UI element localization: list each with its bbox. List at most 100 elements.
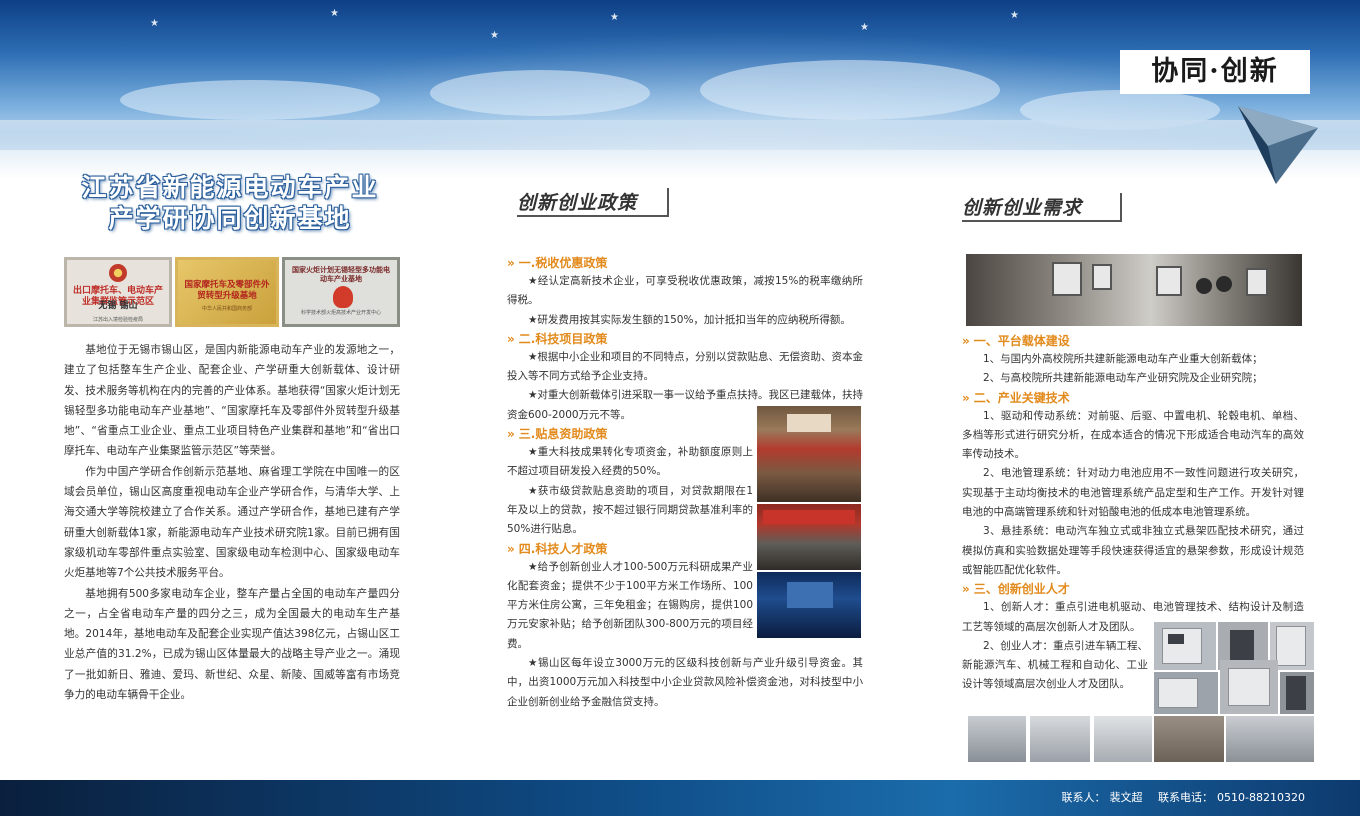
projection-screen	[787, 582, 833, 608]
honor-plaques: 出口摩托车、电动车产业集群监管示范区 无锡 锡山 江苏出入境检验检疫局 国家摩托…	[64, 257, 400, 327]
map-continent	[700, 60, 1000, 120]
workshop-photo	[1030, 716, 1090, 762]
chevron-double-right-icon: »	[507, 427, 515, 442]
plaque-issuer: 江苏出入境检验检疫局	[92, 317, 143, 323]
footer-bar: 联系人： 裴文超 联系电话： 0510-88210320	[0, 780, 1360, 816]
test-chamber	[1228, 668, 1270, 706]
national-emblem-icon	[109, 264, 127, 282]
chevron-double-right-icon: »	[962, 390, 970, 405]
equipment-photo	[1154, 672, 1218, 714]
monitor	[1246, 268, 1268, 296]
heading-tick	[1120, 193, 1122, 220]
intro-paragraph: 基地拥有500多家电动车企业，整车产量占全国的电动车产量四分之一，占全省电动车产…	[64, 587, 400, 702]
heading-underline	[517, 215, 669, 217]
machine	[1286, 676, 1306, 710]
slogan: 协同·创新	[1120, 50, 1310, 94]
plaque-title: 国家摩托车及零部件外贸转型升级基地	[184, 280, 270, 301]
demand-paragraph: 2、与高校院所共建新能源电动车产业研究院及企业研究院；	[983, 372, 1263, 385]
plaque-location: 无锡 锡山	[98, 301, 138, 311]
contact-info: 联系人： 裴文超 联系电话： 0510-88210320	[1058, 780, 1305, 816]
chevron-double-right-icon: »	[962, 582, 970, 597]
chevron-double-right-icon: »	[507, 256, 515, 270]
machine	[1230, 630, 1254, 662]
heading-underline	[962, 220, 1122, 222]
map-continent	[430, 70, 650, 116]
pyramid-decoration-icon	[1238, 106, 1318, 184]
banner-board	[763, 510, 855, 524]
conference-photo	[757, 406, 861, 502]
projection-screen	[787, 414, 831, 432]
base-title-line2: 产学研协同创新基地	[108, 204, 352, 233]
plaque-torch-base: 国家火炬计划无锡轻型多功能电动车产业基地 科学技术部火炬高技术产业开发中心	[282, 257, 400, 327]
policy-paragraph: ★根据中小企业和项目的不同特点，分别以贷款贴息、无偿资助、资本金投入等不同方式给…	[507, 350, 863, 383]
demand-heading: 创新创业需求	[962, 193, 1142, 243]
monitor	[1156, 266, 1182, 296]
policy-paragraph: ★重大科技成果转化专项资金，补助额度原则上不超过项目研发投入经费的50%。	[507, 446, 753, 478]
test-chamber	[1158, 678, 1198, 708]
phone-number: 0510-88210320	[1217, 791, 1305, 804]
banner-fade	[0, 120, 1360, 180]
policy-section-title: » 四.科技人才政策	[507, 541, 608, 556]
demand-paragraph: 2、电池管理系统：针对动力电池应用不一致性问题进行攻关研究，实现基于主动均衡技术…	[962, 467, 1304, 519]
workshop-photo	[968, 716, 1026, 762]
policy-heading-label: 创新创业政策	[517, 192, 638, 214]
workshop-photo	[1226, 716, 1314, 762]
plaque-trade-base: 国家摩托车及零部件外贸转型升级基地 中华人民共和国商务部	[175, 257, 279, 327]
base-title-line1: 江苏省新能源电动车产业	[81, 173, 379, 202]
policy-paragraph: ★研发费用按其实际发生额的150%，加计抵扣当年的应纳税所得额。	[528, 313, 851, 326]
star-icon: ★	[150, 18, 159, 29]
chevron-double-right-icon: »	[507, 541, 515, 556]
policy-paragraph: ★经认定高新技术企业，可享受税收优惠政策，减按15%的税率缴纳所得税。	[507, 275, 863, 307]
intro-paragraph: 基地位于无锡市锡山区，是国内新能源电动车产业的发源地之一，建立了包括整车生产企业…	[64, 344, 400, 458]
plaque-export-zone: 出口摩托车、电动车产业集群监管示范区 无锡 锡山 江苏出入境检验检疫局	[64, 257, 172, 327]
policy-paragraph: ★获市级贷款贴息资助的项目，对贷款期限在1年及以上的贷款，按不超过银行同期贷款基…	[507, 484, 753, 536]
policy-heading: 创新创业政策	[517, 188, 697, 238]
star-icon: ★	[610, 12, 619, 23]
ceremony-photo	[757, 504, 861, 570]
contact-name: 裴文超	[1109, 791, 1143, 804]
heading-tick	[667, 188, 669, 215]
plaque-issuer: 中华人民共和国商务部	[201, 306, 252, 312]
chevron-double-right-icon: »	[507, 331, 515, 346]
meeting-photos	[757, 406, 861, 638]
demand-section-title: » 二、产业关键技术	[962, 390, 1070, 405]
map-continent	[120, 80, 380, 120]
star-icon: ★	[490, 30, 499, 41]
torch-logo-icon	[333, 286, 353, 308]
equipment-photo	[1280, 672, 1314, 714]
star-icon: ★	[860, 22, 869, 33]
demand-paragraph: 1、驱动和传动系统：对前驱、后驱、中置电机、轮毂电机、单档、多档等形式进行研究分…	[962, 409, 1304, 461]
demand-heading-label: 创新创业需求	[962, 197, 1083, 219]
workshop-photo	[1154, 716, 1224, 762]
policy-section-title: » 三.贴息资助政策	[507, 427, 608, 442]
plaque-issuer: 科学技术部火炬高技术产业开发中心	[300, 310, 381, 316]
seminar-photo	[757, 572, 861, 638]
lab-photo	[966, 254, 1302, 326]
policy-narrow-block: » 三.贴息资助政策 ★重大科技成果转化专项资金，补助额度原则上不超过项目研发投入…	[507, 425, 753, 654]
star-icon: ★	[1010, 10, 1019, 21]
chevron-double-right-icon: »	[962, 334, 970, 348]
monitor	[1052, 262, 1082, 296]
studio-light	[1196, 278, 1212, 294]
demand-section-title: » 一、平台载体建设	[962, 334, 1070, 348]
policy-paragraph: ★锡山区每年设立3000万元的区级科技创新与产业升级引导资金。其中，出资1000…	[507, 657, 863, 708]
intro-paragraph: 作为中国产学研合作创新示范基地、麻省理工学院在中国唯一的区域会员单位，锡山区高度…	[64, 465, 400, 580]
demand-paragraph: 2、创业人才：重点引进车辆工程、新能源汽车、机械工程和自动化、工业设计等领域高层…	[962, 639, 1148, 691]
base-introduction: 基地位于无锡市锡山区，是国内新能源电动车产业的发源地之一，建立了包括整车生产企业…	[64, 340, 400, 705]
plaque-title: 国家火炬计划无锡轻型多功能电动车产业基地	[292, 266, 390, 283]
star-icon: ★	[330, 8, 339, 19]
demand-section-title: » 三、创新创业人才	[962, 582, 1070, 597]
contact-label: 联系人：	[1061, 791, 1106, 804]
test-chamber	[1276, 626, 1306, 666]
demand-paragraph: 1、与国内外高校院所共建新能源电动车产业重大创新载体；	[983, 353, 1263, 365]
control-panel	[1168, 634, 1184, 644]
base-title: 江苏省新能源电动车产业 产学研协同创新基地	[50, 172, 410, 234]
monitor	[1092, 264, 1112, 290]
policy-section-title: » 一.税收优惠政策	[507, 256, 608, 270]
equipment-photo	[1154, 622, 1216, 670]
policy-paragraph: ★给予创新创业人才100-500万元科研成果产业化配套资金；提供不少于100平方…	[507, 560, 753, 650]
demand-paragraph: 3、悬挂系统：电动汽车独立式或非独立式悬架匹配技术研究，通过模拟仿真和实验数据处…	[962, 525, 1304, 576]
workshop-photo	[1094, 716, 1152, 762]
studio-light	[1216, 276, 1232, 292]
equipment-photo	[1220, 660, 1278, 714]
